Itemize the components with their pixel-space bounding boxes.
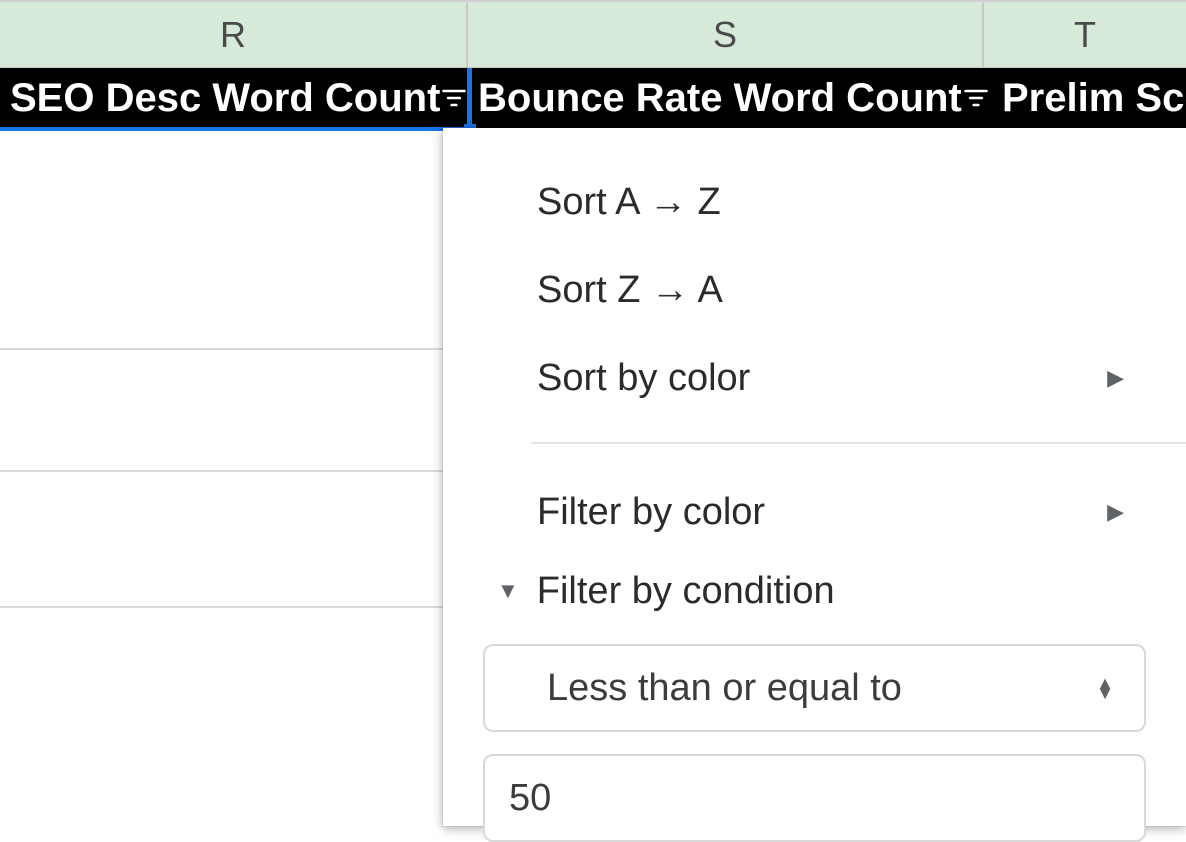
column-letter: T: [1074, 14, 1096, 56]
menu-filter-by-color[interactable]: Filter by color ▶: [443, 468, 1186, 556]
condition-value-input-wrapper[interactable]: [483, 754, 1146, 842]
selection-border: [0, 127, 470, 131]
condition-value-input[interactable]: [507, 776, 1122, 821]
menu-label: Filter by color: [537, 491, 765, 534]
column-header-t[interactable]: T: [984, 2, 1186, 67]
select-stepper-icon: ▲▼: [1096, 678, 1114, 698]
menu-separator: [531, 442, 1186, 444]
row-divider: [0, 470, 443, 472]
menu-label: Sort A → Z: [537, 181, 721, 224]
condition-select[interactable]: Less than or equal to ▲▼: [483, 644, 1146, 732]
row-divider: [0, 606, 443, 608]
caret-down-icon: ▼: [497, 578, 519, 604]
chevron-right-icon: ▶: [1107, 499, 1124, 525]
menu-label: Filter by condition: [537, 570, 835, 613]
row-divider: [0, 348, 443, 350]
chevron-right-icon: ▶: [1107, 365, 1124, 391]
column-letter: R: [220, 14, 246, 56]
field-header-prelim-score[interactable]: Prelim Score: [984, 68, 1186, 128]
menu-sort-az[interactable]: Sort A → Z: [443, 158, 1186, 246]
condition-selected-label: Less than or equal to: [547, 667, 902, 710]
filter-icon[interactable]: [440, 84, 468, 112]
menu-label: Sort Z → A: [537, 269, 723, 312]
field-header-row: SEO Desc Word Count Bounce Rate Word Cou…: [0, 68, 1186, 128]
menu-sort-za[interactable]: Sort Z → A: [443, 246, 1186, 334]
field-header-bounce-rate[interactable]: Bounce Rate Word Count: [468, 68, 984, 128]
filter-dropdown: Sort A → Z Sort Z → A Sort by color ▶ Fi…: [443, 128, 1186, 826]
column-header-r[interactable]: R: [0, 2, 468, 67]
field-label: Bounce Rate Word Count: [478, 76, 962, 121]
field-label: Prelim Score: [1002, 76, 1186, 121]
column-letter: S: [713, 14, 737, 56]
column-header-s[interactable]: S: [468, 2, 984, 67]
field-header-seo-desc[interactable]: SEO Desc Word Count: [0, 68, 468, 128]
menu-label: Sort by color: [537, 357, 750, 400]
field-label: SEO Desc Word Count: [10, 76, 440, 121]
column-letter-row: R S T: [0, 0, 1186, 68]
selection-border: [467, 68, 472, 131]
menu-filter-by-condition[interactable]: ▼ Filter by condition: [443, 556, 1186, 626]
menu-sort-by-color[interactable]: Sort by color ▶: [443, 334, 1186, 422]
